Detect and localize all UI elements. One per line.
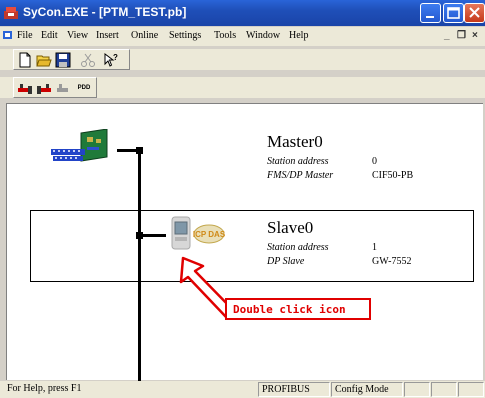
mdi-restore-button[interactable]: ❐ bbox=[457, 30, 466, 41]
menu-online[interactable]: Online bbox=[131, 30, 158, 41]
menu-bar: File Edit View Insert Online Settings To… bbox=[0, 27, 485, 46]
save-disk-icon[interactable] bbox=[55, 52, 71, 68]
cut-scissors-icon[interactable] bbox=[80, 52, 96, 68]
menu-file[interactable]: File bbox=[17, 30, 33, 41]
maximize-button[interactable] bbox=[443, 3, 464, 23]
standard-toolbar-group: ? bbox=[13, 49, 130, 70]
insert-slave-icon[interactable] bbox=[36, 80, 52, 96]
open-folder-icon[interactable] bbox=[36, 52, 52, 68]
title-bar[interactable]: SyCon.EXE - [PTM_TEST.pb] bbox=[0, 0, 485, 26]
status-panel-empty-3 bbox=[458, 382, 484, 397]
document-icon[interactable] bbox=[3, 30, 14, 41]
menu-view[interactable]: View bbox=[67, 30, 88, 41]
network-config-canvas[interactable]: Master0 Station address 0 FMS/DP Master … bbox=[6, 103, 483, 381]
mdi-close-button[interactable]: × bbox=[472, 30, 478, 41]
master-card-icon[interactable] bbox=[51, 129, 113, 165]
slave-station-address-value: 1 bbox=[372, 242, 377, 253]
status-mode: Config Mode bbox=[331, 382, 403, 397]
menu-insert[interactable]: Insert bbox=[96, 30, 119, 41]
sycon-app-icon[interactable] bbox=[3, 5, 19, 20]
master-type-value: CIF50-PB bbox=[372, 170, 414, 181]
master-station-address-value: 0 bbox=[372, 156, 377, 167]
replace-device-icon[interactable] bbox=[55, 80, 71, 96]
minimize-button[interactable] bbox=[420, 3, 441, 23]
slave-device-icon[interactable]: ICP DAS bbox=[169, 214, 227, 254]
slave-name: Slave0 bbox=[267, 218, 314, 237]
maximize-icon bbox=[447, 7, 460, 19]
status-panel-empty-1 bbox=[404, 382, 430, 397]
slave-connector-dot bbox=[136, 232, 143, 239]
slave-badge-text: ICP DAS bbox=[193, 230, 226, 239]
new-file-icon[interactable] bbox=[17, 52, 33, 68]
menu-help[interactable]: Help bbox=[289, 30, 308, 41]
annotation-text: Double click icon bbox=[233, 303, 346, 316]
close-button[interactable] bbox=[464, 3, 485, 23]
network-toolbar-group: PDD bbox=[13, 77, 97, 98]
master-name: Master0 bbox=[267, 132, 323, 151]
status-protocol: PROFIBUS bbox=[258, 382, 330, 397]
standard-toolbar: ? bbox=[0, 49, 485, 70]
slave-node-box[interactable] bbox=[30, 210, 474, 282]
mdi-minimize-button[interactable]: _ bbox=[444, 30, 450, 41]
help-pointer-icon[interactable]: ? bbox=[102, 52, 118, 68]
status-bar: For Help, press F1 PROFIBUS Config Mode bbox=[0, 381, 485, 398]
minimize-icon bbox=[426, 16, 434, 18]
annotation-callout: Double click icon bbox=[225, 298, 371, 320]
menu-window[interactable]: Window bbox=[246, 30, 280, 41]
menu-edit[interactable]: Edit bbox=[41, 30, 58, 41]
pdd-button[interactable]: PDD bbox=[75, 80, 93, 96]
insert-master-icon[interactable] bbox=[17, 80, 33, 96]
menu-tools[interactable]: Tools bbox=[214, 30, 236, 41]
slave-type-label: DP Slave bbox=[267, 256, 305, 267]
window-title: SyCon.EXE - [PTM_TEST.pb] bbox=[23, 5, 187, 19]
slave-type-value: GW-7552 bbox=[372, 256, 412, 267]
slave-station-address-label: Station address bbox=[267, 242, 329, 253]
menu-settings[interactable]: Settings bbox=[169, 30, 201, 41]
status-help-text: For Help, press F1 bbox=[7, 383, 82, 394]
network-toolbar: PDD bbox=[0, 77, 485, 98]
close-icon bbox=[469, 7, 480, 18]
svg-text:?: ? bbox=[113, 53, 118, 62]
master-connector-dot bbox=[136, 147, 143, 154]
status-panel-empty-2 bbox=[431, 382, 457, 397]
master-station-address-label: Station address bbox=[267, 156, 329, 167]
master-type-label: FMS/DP Master bbox=[267, 170, 334, 181]
